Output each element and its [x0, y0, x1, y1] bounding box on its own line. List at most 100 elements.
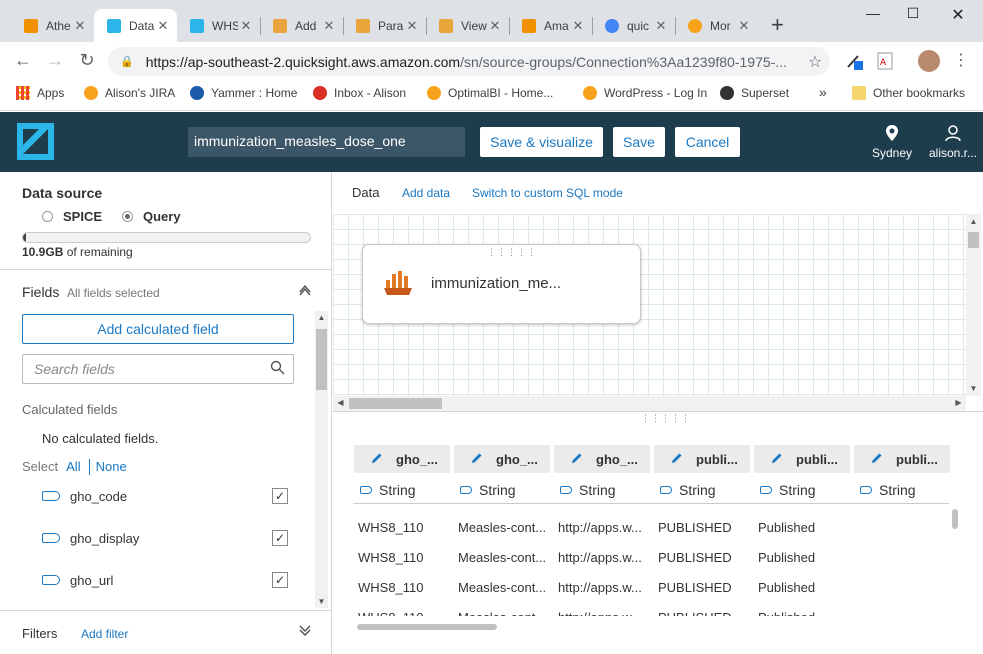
close-tab-icon[interactable]: ✕	[404, 18, 420, 34]
browser-tab[interactable]: Ama ✕	[509, 9, 592, 42]
table-horizontal-scrollbar[interactable]	[353, 622, 949, 632]
cancel-button[interactable]: Cancel	[675, 127, 740, 157]
close-tab-icon[interactable]: ✕	[238, 18, 254, 34]
drag-handle-icon[interactable]: ⋮⋮⋮⋮⋮	[487, 247, 537, 258]
bookmark-item[interactable]: WordPress - Log In	[583, 86, 707, 100]
add-filter-link[interactable]: Add filter	[81, 627, 128, 641]
custom-sql-link[interactable]: Switch to custom SQL mode	[472, 186, 623, 200]
close-tab-icon[interactable]: ✕	[321, 18, 337, 34]
other-bookmarks[interactable]: Other bookmarks	[852, 86, 965, 100]
field-item[interactable]: gho_code ✓	[42, 485, 292, 507]
bookmark-item[interactable]: Superset	[720, 86, 789, 100]
back-icon[interactable]: ←	[12, 50, 34, 71]
reload-icon[interactable]: ↻	[76, 50, 98, 71]
maximize-icon[interactable]: ☐	[898, 5, 928, 25]
fields-scrollbar[interactable]: ▲ ▼	[315, 311, 328, 608]
column-type[interactable]: String	[554, 479, 650, 501]
bookmark-item[interactable]: OptimalBI - Home...	[427, 86, 553, 100]
edit-pencil-icon[interactable]	[870, 451, 884, 468]
browser-tab[interactable]: quic ✕	[592, 9, 675, 42]
add-data-link[interactable]: Add data	[402, 186, 450, 200]
tab-data[interactable]: Data	[352, 185, 379, 200]
quicksight-logo-icon[interactable]	[17, 123, 54, 160]
collapse-fields-icon[interactable]	[298, 282, 312, 299]
scroll-left-icon[interactable]: ◀	[333, 398, 348, 407]
field-checkbox[interactable]: ✓	[272, 530, 288, 546]
field-checkbox[interactable]: ✓	[272, 572, 288, 588]
add-calculated-field-button[interactable]: Add calculated field	[22, 314, 294, 344]
browser-tab[interactable]: Mor ✕	[675, 9, 758, 42]
edit-pencil-icon[interactable]	[770, 451, 784, 468]
bookmark-item[interactable]: Inbox - Alison	[313, 86, 406, 100]
close-tab-icon[interactable]: ✕	[487, 18, 503, 34]
column-type[interactable]: String	[854, 479, 950, 501]
column-header[interactable]: publi...	[754, 445, 850, 473]
column-header[interactable]: publi...	[854, 445, 950, 473]
browser-tab[interactable]: Add ✕	[260, 9, 343, 42]
scroll-up-icon[interactable]: ▲	[966, 217, 981, 226]
scroll-down-icon[interactable]: ▼	[966, 384, 981, 393]
column-type[interactable]: String	[654, 479, 750, 501]
scrollbar-thumb[interactable]	[952, 509, 958, 529]
close-tab-icon[interactable]: ✕	[155, 18, 171, 34]
scrollbar-thumb[interactable]	[968, 232, 979, 248]
new-tab-button[interactable]: +	[771, 14, 784, 36]
bookmark-item[interactable]: Yammer : Home	[190, 86, 297, 100]
edit-pencil-icon[interactable]	[670, 451, 684, 468]
bookmark-star-icon[interactable]: ☆	[800, 52, 830, 72]
browser-tab[interactable]: Para ✕	[343, 9, 426, 42]
column-type[interactable]: String	[454, 479, 550, 501]
query-radio[interactable]: Query	[122, 209, 181, 224]
close-window-icon[interactable]: ✕	[943, 5, 973, 25]
browser-tab[interactable]: WHS ✕	[177, 9, 260, 42]
select-none-link[interactable]: None	[96, 459, 127, 475]
bookmark-item[interactable]: Apps	[16, 86, 64, 100]
scroll-right-icon[interactable]: ▶	[951, 398, 966, 407]
scrollbar-thumb[interactable]	[357, 624, 497, 630]
canvas-horizontal-scrollbar[interactable]: ◀ ▶	[333, 396, 966, 411]
extension-pen-icon[interactable]	[845, 52, 863, 70]
close-tab-icon[interactable]: ✕	[653, 18, 669, 34]
close-tab-icon[interactable]: ✕	[570, 18, 586, 34]
scrollbar-thumb[interactable]	[349, 398, 442, 409]
column-header[interactable]: gho_...	[554, 445, 650, 473]
browser-tab[interactable]: Athe ✕	[11, 9, 94, 42]
user-menu[interactable]: alison.r...	[924, 124, 982, 160]
close-tab-icon[interactable]: ✕	[72, 18, 88, 34]
select-all-link[interactable]: All	[66, 459, 80, 475]
address-bar[interactable]: 🔒 https://ap-southeast-2.quicksight.aws.…	[108, 47, 830, 76]
minimize-icon[interactable]: —	[858, 5, 888, 25]
edit-pencil-icon[interactable]	[470, 451, 484, 468]
dataset-name-input[interactable]: immunization_measles_dose_one	[188, 127, 465, 157]
browser-tab[interactable]: View ✕	[426, 9, 509, 42]
edit-pencil-icon[interactable]	[370, 451, 384, 468]
resize-handle-icon[interactable]: ⋮⋮⋮⋮⋮	[641, 413, 691, 424]
column-header[interactable]: publi...	[654, 445, 750, 473]
table-node[interactable]: ⋮⋮⋮⋮⋮ immunization_me...	[362, 244, 641, 324]
column-type[interactable]: String	[354, 479, 450, 501]
forward-icon[interactable]: →	[44, 50, 66, 71]
save-button[interactable]: Save	[613, 127, 665, 157]
table-vertical-scrollbar[interactable]	[949, 503, 963, 623]
scrollbar-thumb[interactable]	[316, 329, 327, 390]
browser-tab[interactable]: Data ✕	[94, 9, 177, 42]
pdf-extension-icon[interactable]: A	[876, 52, 894, 70]
scroll-up-icon[interactable]: ▲	[315, 313, 328, 322]
edit-pencil-icon[interactable]	[570, 451, 584, 468]
field-checkbox[interactable]: ✓	[272, 488, 288, 504]
column-header[interactable]: gho_...	[354, 445, 450, 473]
save-visualize-button[interactable]: Save & visualize	[480, 127, 603, 157]
column-header[interactable]: gho_...	[454, 445, 550, 473]
region-selector[interactable]: Sydney	[868, 124, 916, 160]
canvas-vertical-scrollbar[interactable]: ▲ ▼	[966, 214, 981, 396]
column-type[interactable]: String	[754, 479, 850, 501]
field-item[interactable]: gho_display ✓	[42, 527, 292, 549]
field-item[interactable]: gho_url ✓	[42, 569, 292, 591]
bookmark-item[interactable]: Alison's JIRA	[84, 86, 175, 100]
bookmarks-overflow-icon[interactable]: »	[819, 84, 827, 100]
profile-avatar[interactable]	[918, 50, 940, 72]
search-fields-input[interactable]: Search fields	[22, 354, 294, 384]
scroll-down-icon[interactable]: ▼	[315, 597, 328, 606]
spice-radio[interactable]: SPICE	[42, 209, 102, 224]
expand-filters-icon[interactable]	[298, 624, 312, 641]
